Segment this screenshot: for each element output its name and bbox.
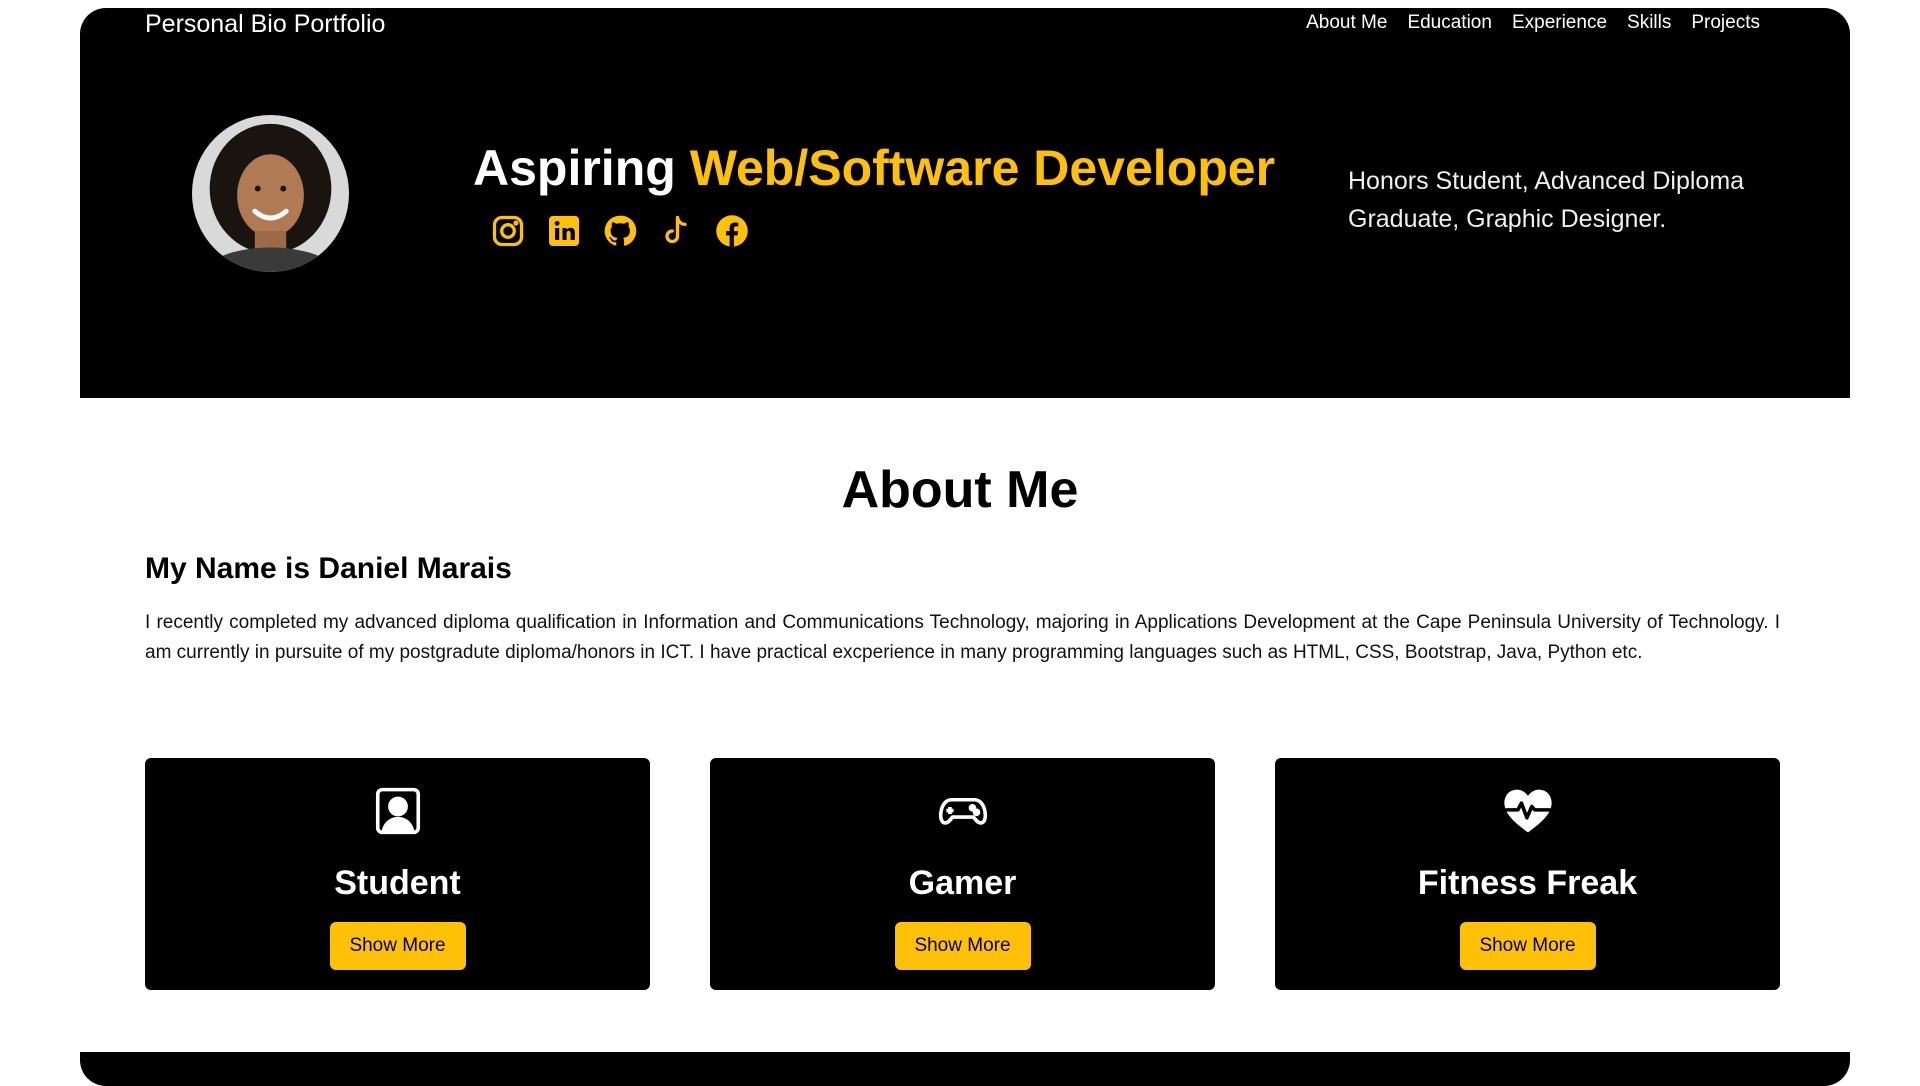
about-name: My Name is Daniel Marais bbox=[145, 552, 512, 585]
facebook-icon[interactable] bbox=[714, 213, 750, 249]
tiktok-icon[interactable] bbox=[658, 213, 694, 249]
github-icon[interactable] bbox=[602, 213, 638, 249]
social-links bbox=[490, 213, 750, 249]
nav-item-education[interactable]: Education bbox=[1397, 8, 1502, 38]
about-text: I recently completed my advanced diploma… bbox=[145, 612, 1780, 663]
nav-item-projects[interactable]: Projects bbox=[1681, 8, 1770, 38]
show-more-button[interactable]: Show More bbox=[329, 922, 466, 970]
interest-cards: Student Show More Gamer Show More Fitnes… bbox=[145, 758, 1780, 990]
heart-pulse-icon bbox=[1501, 784, 1555, 838]
nav-item-about-me[interactable]: About Me bbox=[1296, 8, 1397, 38]
card-title: Gamer bbox=[908, 864, 1017, 902]
card-title: Student bbox=[334, 864, 461, 902]
card-title: Fitness Freak bbox=[1417, 864, 1638, 902]
profile-avatar bbox=[192, 115, 349, 272]
linkedin-icon[interactable] bbox=[546, 213, 582, 249]
about-title: About Me bbox=[841, 461, 1079, 519]
person-badge-icon bbox=[371, 784, 425, 838]
nav-item-skills[interactable]: Skills bbox=[1617, 8, 1681, 38]
card-student: Student Show More bbox=[145, 758, 650, 990]
card-gamer: Gamer Show More bbox=[710, 758, 1215, 990]
profile-photo bbox=[192, 115, 349, 272]
headline-accent: Web/Software Developer bbox=[689, 140, 1276, 196]
nav-item-experience[interactable]: Experience bbox=[1502, 8, 1617, 38]
brand-link[interactable]: Personal Bio Portfolio bbox=[145, 8, 385, 40]
show-more-button[interactable]: Show More bbox=[1459, 922, 1596, 970]
instagram-icon[interactable] bbox=[490, 213, 526, 249]
hero-section: Personal Bio Portfolio About Me Educatio… bbox=[80, 8, 1850, 398]
headline-prefix: Aspiring bbox=[473, 140, 690, 196]
footer-strip bbox=[80, 1052, 1850, 1086]
hero-headline: Aspiring Web/Software Developer bbox=[473, 136, 1275, 200]
card-fitness: Fitness Freak Show More bbox=[1275, 758, 1780, 990]
controller-icon bbox=[936, 784, 990, 838]
show-more-button[interactable]: Show More bbox=[894, 922, 1031, 970]
hero-tagline: Honors Student, Advanced Diploma Graduat… bbox=[1348, 167, 1745, 233]
